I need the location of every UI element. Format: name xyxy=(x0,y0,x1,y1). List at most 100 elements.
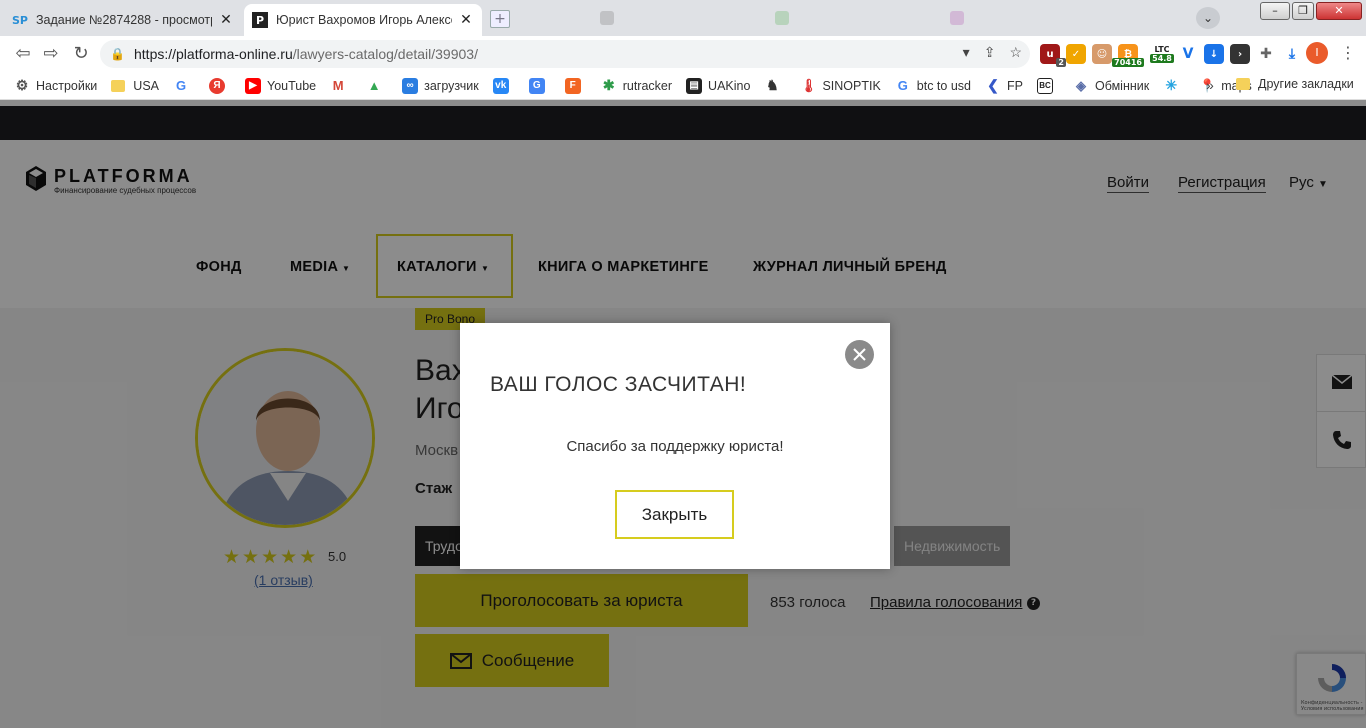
arrow-extension-icon[interactable]: › xyxy=(1230,44,1250,64)
tab-close-icon[interactable]: ✕ xyxy=(458,12,474,28)
tab-title: Задание №2874288 - просмотр за xyxy=(36,13,212,27)
share-icon[interactable]: ⇪ xyxy=(984,44,996,61)
bookmark-youtube[interactable]: ▶ YouTube xyxy=(245,77,317,94)
bookmark-label: загрузчик xyxy=(424,78,479,93)
youtube-icon: ▶ xyxy=(245,77,261,94)
vote-confirmation-modal: ВАШ ГОЛОС ЗАСЧИТАН! Спасибо за поддержку… xyxy=(460,323,890,569)
tab-lawyer[interactable]: P Юрист Вахромов Игорь Алексеевич ✕ xyxy=(244,4,482,36)
vk-icon: vk xyxy=(492,77,509,94)
ghost-tab-2 xyxy=(765,4,935,32)
browser-tabbar: SP Задание №2874288 - просмотр за ✕ P Юр… xyxy=(0,0,1366,36)
btc-badge: 70416 xyxy=(1112,58,1144,67)
window-restore-button[interactable]: ❐ xyxy=(1292,2,1314,20)
browser-toolbar: ⇦ ⇨ ↻ 🔒 https://platforma-online.ru/lawy… xyxy=(0,36,1366,72)
bookmark-downloader[interactable]: ∞ загрузчик xyxy=(402,77,479,94)
reload-icon[interactable]: ↻ xyxy=(70,44,92,64)
ltc-badge: 54.8 xyxy=(1150,54,1174,63)
bookmark-fp[interactable]: ❮ FP xyxy=(985,77,1023,94)
bookmark-drive[interactable]: ▲ xyxy=(366,78,388,94)
bookmark-exchanger[interactable]: ◈ Обмінник xyxy=(1073,78,1149,94)
bookmark-f[interactable]: F xyxy=(564,77,587,94)
tab-search-icon[interactable]: ⌄ xyxy=(1196,7,1220,29)
modal-text: Спасибо за поддержку юриста! xyxy=(566,438,784,455)
platforma-favicon-icon: P xyxy=(252,12,268,28)
new-tab-button[interactable]: + xyxy=(490,10,510,28)
bookmark-star-icon[interactable]: ☆ xyxy=(1009,44,1022,61)
bookmark-label: Обмінник xyxy=(1094,78,1150,93)
gmail-icon: M xyxy=(332,78,344,93)
sp-favicon-icon: SP xyxy=(12,13,28,27)
bookmark-yandex[interactable]: Я xyxy=(209,77,231,94)
modal-close-button[interactable] xyxy=(845,340,874,369)
extensions-row: u2 ✓ ☺ ₿ 70416 LTC 54.8 V ↓ › ✚ ⤓ xyxy=(1040,42,1302,67)
menu-dots-icon[interactable]: ⋮ xyxy=(1338,42,1358,64)
page: PLATFORMA Финансирование судебных процес… xyxy=(0,100,1366,728)
puzzle-icon[interactable]: ✚ xyxy=(1256,44,1276,64)
ghost-tab-1 xyxy=(590,4,760,32)
back-icon[interactable]: ⇦ xyxy=(12,44,34,64)
downloads-icon[interactable]: ⤓ xyxy=(1282,44,1302,64)
bc-icon: BC xyxy=(1036,77,1053,94)
star-icon: ✳ xyxy=(1165,77,1178,93)
window-close-button[interactable]: ✕ xyxy=(1316,2,1362,20)
bookmarks-bar: ⚙ Настройки USA G Я ▶ YouTube M ▲ ∞ загрузч… xyxy=(0,72,1366,100)
url-path: /lawyers-catalog/detail/39903/ xyxy=(292,46,478,62)
bookmark-sinoptik[interactable]: 🌡 SINOPTIK xyxy=(800,77,881,94)
bookmark-usa[interactable]: USA xyxy=(111,79,159,93)
infinity-icon: ∞ xyxy=(402,77,419,94)
bookmark-label: UAKino xyxy=(708,78,751,93)
bookmark-rutracker[interactable]: ✱ rutracker xyxy=(601,77,673,94)
close-icon xyxy=(853,348,866,361)
forward-icon[interactable]: ⇨ xyxy=(40,44,62,64)
bookmark-label: Настройки xyxy=(36,78,98,93)
bookmark-label: FP xyxy=(1006,78,1023,93)
f-icon: F xyxy=(564,77,581,94)
drive-icon: ▲ xyxy=(367,78,381,93)
gear-icon: ⚙ xyxy=(15,77,29,93)
bookmark-star[interactable]: ✳ xyxy=(1163,77,1185,94)
tab-close-icon[interactable]: ✕ xyxy=(218,12,234,28)
modal-title: ВАШ ГОЛОС ЗАСЧИТАН! xyxy=(490,373,747,396)
ltc-label: LTC xyxy=(1154,45,1170,54)
bookmark-google[interactable]: G xyxy=(173,78,195,94)
address-bar[interactable]: 🔒 https://platforma-online.ru/lawyers-ca… xyxy=(100,40,1030,68)
v-extension-icon[interactable]: V xyxy=(1178,44,1198,64)
modal-close-confirm-button[interactable]: Закрыть xyxy=(615,490,734,539)
history-dropdown-icon[interactable]: ▾ xyxy=(963,44,970,61)
folder-icon xyxy=(1236,78,1250,90)
bookmark-label: btc to usd xyxy=(916,78,971,93)
bookmark-label: rutracker xyxy=(622,78,673,93)
bookmark-translate[interactable]: G xyxy=(528,77,551,94)
bookmark-label: YouTube xyxy=(267,78,317,93)
tab-title: Юрист Вахромов Игорь Алексеевич xyxy=(276,13,452,27)
bookmark-vk[interactable]: vk xyxy=(492,77,515,94)
bookmark-settings[interactable]: ⚙ Настройки xyxy=(14,77,98,94)
bookmark-gmail[interactable]: M xyxy=(330,78,352,94)
litecoin-icon[interactable]: LTC 54.8 xyxy=(1150,44,1174,64)
thermometer-icon: 🌡 xyxy=(800,77,817,93)
bitcoin-icon[interactable]: ₿ 70416 xyxy=(1112,44,1144,67)
shield-extension-icon[interactable]: ✓ xyxy=(1066,44,1086,64)
bookmarks-more-icon[interactable]: » xyxy=(1206,77,1214,93)
bookmark-bc[interactable]: BC xyxy=(1036,77,1059,94)
rutracker-icon: ✱ xyxy=(602,77,615,93)
ublock-icon[interactable]: u2 xyxy=(1040,44,1066,67)
download-extension-icon[interactable]: ↓ xyxy=(1204,44,1224,64)
chess-icon: ♞ xyxy=(766,77,779,93)
profile-avatar[interactable]: I xyxy=(1306,42,1328,64)
fp-icon: ❮ xyxy=(987,77,999,93)
google-icon: G xyxy=(897,78,908,93)
lock-icon[interactable]: 🔒 xyxy=(110,47,125,61)
ghost-tab-3 xyxy=(940,4,1110,32)
other-bookmarks[interactable]: Другие закладки xyxy=(1236,77,1354,91)
bookmark-btc-to-usd[interactable]: Gbtc to usd xyxy=(895,78,971,94)
exchanger-icon: ◈ xyxy=(1075,77,1086,93)
bookmark-label: SINOPTIK xyxy=(822,78,881,93)
ublock-badge: 2 xyxy=(1056,58,1066,67)
face-extension-icon[interactable]: ☺ xyxy=(1092,44,1112,64)
bookmark-chess[interactable]: ♞ xyxy=(764,77,786,94)
google-icon: G xyxy=(175,78,187,93)
bookmark-uakino[interactable]: ▤ UAKino xyxy=(686,77,751,94)
tab-zadanie[interactable]: SP Задание №2874288 - просмотр за ✕ xyxy=(4,4,242,36)
window-minimize-button[interactable]: – xyxy=(1260,2,1290,20)
